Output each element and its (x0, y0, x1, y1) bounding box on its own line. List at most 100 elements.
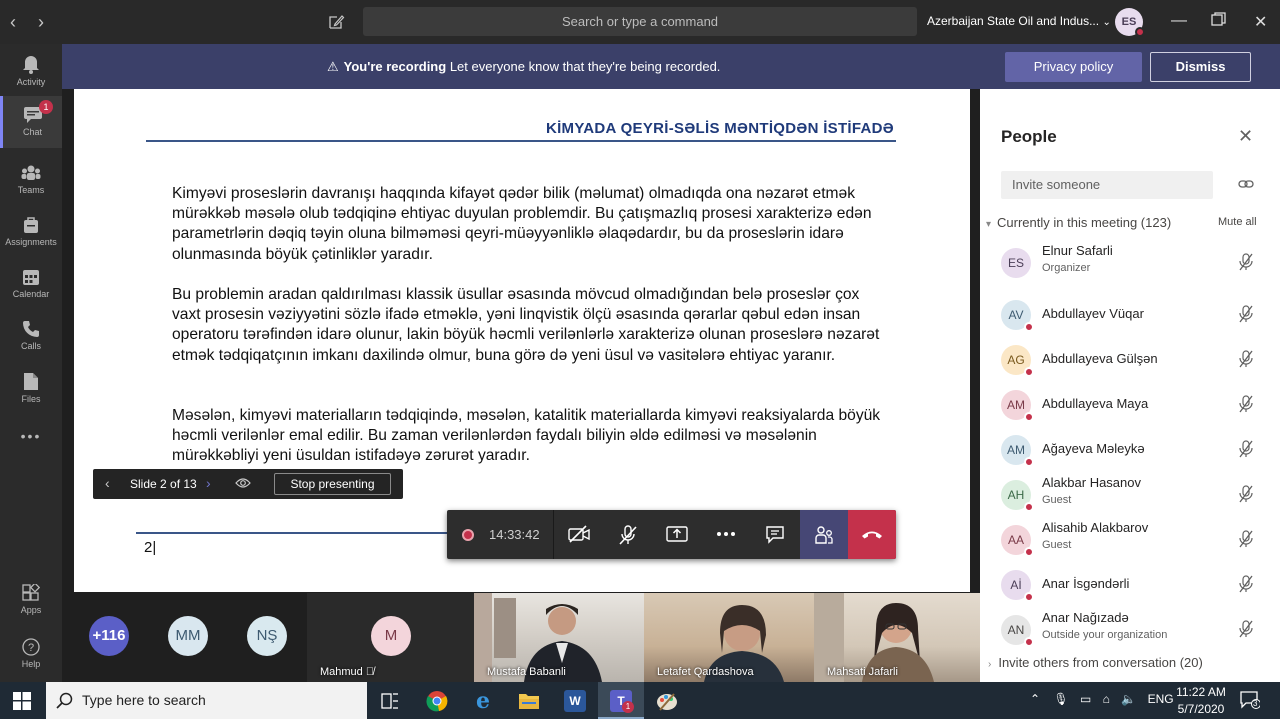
participant-row[interactable]: ES Elnur Safarli Organizer (980, 243, 1280, 289)
more-actions-button[interactable] (702, 510, 750, 559)
rail-assignments[interactable]: Assignments (0, 216, 62, 247)
participant-video[interactable]: Letafet Qardashova (644, 593, 814, 682)
mic-off-icon[interactable] (1238, 485, 1254, 503)
participant-tile-mahmud[interactable]: M Mahmud 🎙̸ (307, 593, 474, 682)
file-explorer-icon[interactable] (506, 682, 552, 719)
rail-files[interactable]: Files (0, 372, 62, 404)
task-view-icon[interactable] (367, 682, 413, 719)
participant-row[interactable]: AM Ağayeva Məleykə (980, 431, 1280, 476)
microphone-icon[interactable]: 🎙 (1053, 692, 1068, 706)
rail-teams[interactable]: Teams (0, 164, 62, 195)
user-avatar[interactable]: ES (1115, 8, 1145, 37)
slide-paragraph: Bu problemin aradan qaldırılması klassik… (172, 286, 880, 364)
command-search-input[interactable]: Search or type a command (363, 7, 917, 36)
paint-icon[interactable] (644, 682, 690, 719)
recording-text: Let everyone know that they're being rec… (449, 59, 721, 74)
mute-all-button[interactable]: Mute all (1218, 216, 1257, 228)
volume-icon[interactable]: 🔈 (1121, 692, 1136, 706)
rail-help[interactable]: ? Help (0, 638, 62, 669)
windows-start-icon[interactable] (13, 692, 31, 710)
mic-off-icon[interactable] (1238, 575, 1254, 593)
participant-row[interactable]: AM Abdullayeva Maya (980, 386, 1280, 431)
hang-up-button[interactable] (848, 510, 896, 559)
clock-date[interactable]: 5/7/2020 (1176, 702, 1226, 716)
show-participants-button[interactable] (800, 510, 848, 559)
eye-icon[interactable] (235, 476, 251, 490)
participant-gallery: +116 MM NŞ M Mahmud 🎙̸ Mustafa Babanli L… (62, 593, 980, 682)
invite-someone-input[interactable]: Invite someone (1001, 171, 1213, 199)
network-icon[interactable]: ⌂ (1103, 692, 1110, 706)
rail-apps[interactable]: Apps (0, 584, 62, 615)
share-tray-icon (666, 526, 688, 542)
rail-calls[interactable]: Calls (0, 320, 62, 351)
participant-row[interactable]: Aİ Anar İsgəndərli (980, 566, 1280, 611)
next-slide-icon[interactable]: › (206, 475, 211, 491)
participant-row[interactable]: AH Alakbar Hasanov Guest (980, 475, 1280, 521)
participant-tile[interactable]: NŞ (247, 616, 287, 656)
maximize-icon[interactable] (1211, 12, 1226, 27)
org-switcher[interactable]: Azerbaijan State Oil and Indus... ⌄ (927, 14, 1111, 28)
share-screen-button[interactable] (653, 510, 701, 559)
chrome-icon[interactable] (414, 682, 460, 719)
slide-counter: Slide 2 of 13 (130, 477, 197, 491)
forward-icon[interactable]: › (38, 12, 44, 33)
participant-row[interactable]: AG Abdullayeva Gülşən (980, 341, 1280, 386)
mic-off-icon[interactable] (1238, 395, 1254, 413)
teams-taskbar-icon[interactable]: T 1 (598, 682, 644, 719)
chevron-up-icon[interactable]: ⌃ (1030, 692, 1040, 706)
word-icon[interactable]: W (552, 682, 598, 719)
participant-initials: AM (1007, 398, 1025, 412)
more-apps-icon[interactable]: ••• (0, 428, 62, 444)
participant-row[interactable]: AN Anar Nağızadə Outside your organization (980, 610, 1280, 656)
more-participants-tile[interactable]: +116 (89, 616, 129, 656)
participant-name: Anar İsgəndərli (1042, 576, 1130, 591)
link-icon[interactable] (1238, 178, 1254, 190)
rail-calendar[interactable]: Calendar (0, 268, 62, 299)
recording-banner: ⚠ You're recording Let everyone know that… (62, 44, 1280, 89)
chevron-right-icon: › (988, 659, 992, 670)
mic-off-icon[interactable] (1238, 530, 1254, 548)
participant-video[interactable]: Mustafa Babanli (474, 593, 644, 682)
show-conversation-button[interactable] (751, 510, 799, 559)
back-icon[interactable]: ‹ (10, 12, 16, 33)
mic-off-button[interactable] (604, 510, 652, 559)
participant-video[interactable]: Mahsati Jafarli (814, 593, 980, 682)
participant-name: Anar Nağızadə (1042, 610, 1129, 625)
clock-time[interactable]: 11:22 AM (1176, 685, 1226, 699)
participant-name: Alisahib Alakbarov (1042, 520, 1149, 535)
notifications-icon[interactable]: 3 (1240, 691, 1260, 709)
mic-off-icon[interactable] (1238, 253, 1254, 271)
meeting-section-header[interactable]: ▾ Currently in this meeting (123) (986, 215, 1171, 230)
stop-presenting-button[interactable]: Stop presenting (274, 473, 391, 495)
close-window-icon[interactable]: ✕ (1254, 12, 1267, 32)
participant-avatar: Aİ (1001, 570, 1034, 602)
rail-label: Chat (22, 127, 42, 137)
battery-icon[interactable]: ▭ (1080, 692, 1091, 706)
edge-icon[interactable]: e (460, 682, 506, 719)
participant-row[interactable]: AV Abdullayev Vüqar (980, 296, 1280, 341)
rail-chat[interactable]: Chat 1 (0, 96, 62, 148)
mic-off-icon[interactable] (1238, 350, 1254, 368)
panel-title: People (1001, 127, 1057, 146)
participant-tile[interactable]: MM (168, 616, 208, 656)
participant-row[interactable]: AA Alisahib Alakbarov Guest (980, 520, 1280, 566)
previous-slide-icon[interactable]: ‹ (105, 475, 110, 491)
phone-icon (23, 321, 39, 337)
camera-off-button[interactable] (555, 510, 603, 559)
rail-activity[interactable]: Activity (0, 54, 62, 87)
dismiss-button[interactable]: Dismiss (1150, 52, 1251, 82)
compose-icon[interactable] (327, 13, 345, 31)
privacy-policy-button[interactable]: Privacy policy (1005, 52, 1142, 82)
mic-off-icon[interactable] (1238, 440, 1254, 458)
taskbar-search-input[interactable]: Type here to search (46, 682, 367, 719)
call-controls: 14:33:42 (447, 510, 896, 559)
minimize-icon[interactable]: — (1171, 12, 1187, 30)
participant-role: Guest (1042, 539, 1072, 551)
busy-status-icon (1024, 637, 1034, 647)
close-icon[interactable]: ✕ (1238, 126, 1253, 147)
chat-bubble-icon (766, 526, 784, 544)
mic-off-icon[interactable] (1238, 305, 1254, 323)
invite-others-section[interactable]: › Invite others from conversation (20) (988, 655, 1203, 670)
mic-off-icon[interactable] (1238, 620, 1254, 638)
language-indicator[interactable]: ENG (1148, 692, 1174, 706)
